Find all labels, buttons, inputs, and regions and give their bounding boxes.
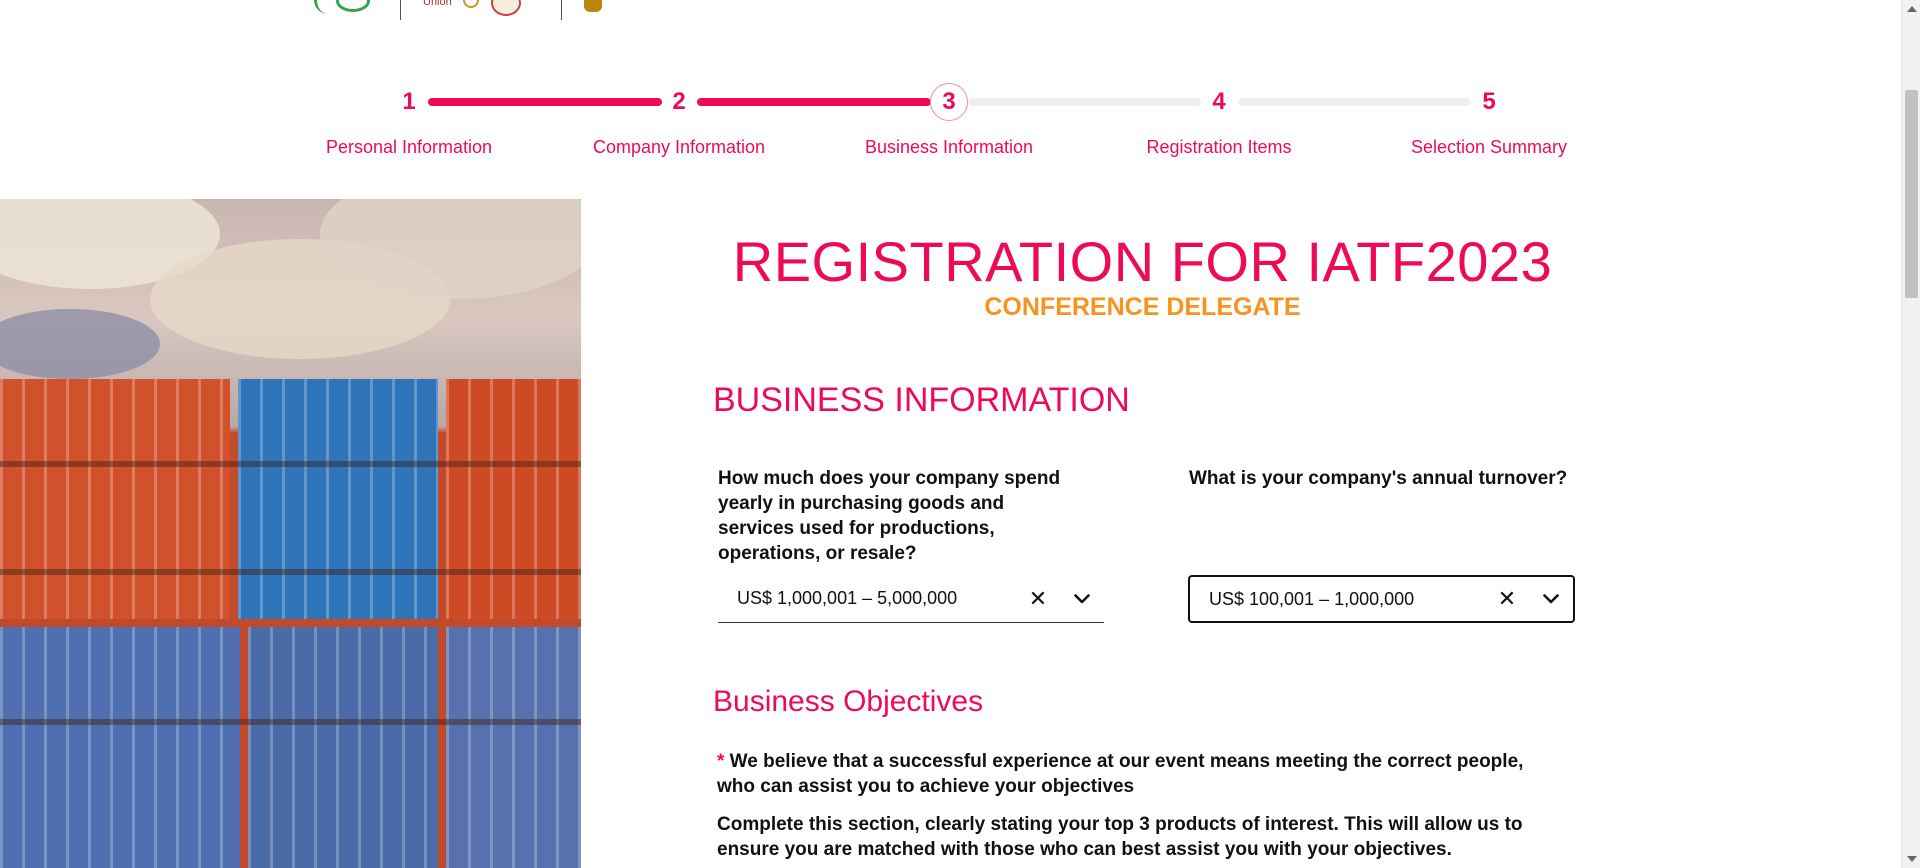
step-5-number[interactable]: 5 [1469, 84, 1509, 120]
union-logo-text: Union [423, 0, 452, 8]
spend-question-label: How much does your company spend yearly … [718, 468, 1061, 564]
partner-logos: Union [310, 0, 612, 24]
step-4-label[interactable]: Registration Items [1109, 137, 1329, 158]
scroll-up-icon[interactable] [1907, 6, 1917, 12]
step-5-label[interactable]: Selection Summary [1379, 137, 1599, 158]
step-2-number[interactable]: 2 [659, 84, 699, 120]
page-title: REGISTRATION FOR IATF2023 [732, 230, 1553, 293]
logo-divider [561, 0, 562, 20]
emblem-icon [491, 0, 521, 16]
coat-of-arms-icon [582, 0, 612, 18]
turnover-select[interactable]: US$ 100,001 – 1,000,000 ✕ [1188, 575, 1575, 623]
objectives-intro: * We believe that a successful experienc… [717, 749, 1527, 799]
container-rail [0, 569, 581, 575]
chevron-down-icon[interactable] [1529, 594, 1573, 604]
chevron-down-icon[interactable] [1060, 593, 1104, 604]
step-1-label[interactable]: Personal Information [299, 137, 519, 158]
container-shape [446, 627, 581, 868]
step-connector-1 [428, 98, 662, 106]
progress-stepper: 1 2 3 4 5 Personal Information Company I… [0, 83, 1920, 164]
objectives-intro-text: We believe that a successful experience … [717, 751, 1524, 797]
union-logo: Union [421, 0, 541, 18]
step-2-label[interactable]: Company Information [569, 137, 789, 158]
step-4-number[interactable]: 4 [1199, 84, 1239, 120]
container-shape [0, 379, 230, 619]
container-shape [446, 379, 581, 619]
step-connector-4 [1238, 98, 1471, 106]
page-subtitle: CONFERENCE DELEGATE [984, 293, 1301, 321]
container-rail [0, 719, 581, 725]
container-shape [248, 627, 438, 868]
cloud-shape [0, 309, 160, 379]
close-icon[interactable]: ✕ [1485, 586, 1529, 612]
spend-select-value: US$ 1,000,001 – 5,000,000 [737, 588, 958, 608]
container-shape [0, 627, 240, 868]
scroll-down-icon[interactable] [1907, 856, 1917, 862]
turnover-select-value: US$ 100,001 – 1,000,000 [1209, 588, 1415, 609]
step-3-number[interactable]: 3 [930, 83, 968, 121]
turnover-question-label: What is your company's annual turnover? [1189, 468, 1568, 489]
section-title: BUSINESS INFORMATION [713, 381, 1130, 419]
step-connector-3 [968, 98, 1201, 106]
logo-divider [400, 0, 401, 20]
business-objectives-title: Business Objectives [713, 685, 984, 718]
step-connector-2 [697, 98, 931, 106]
objectives-instructions: Complete this section, clearly stating y… [717, 814, 1523, 860]
container-rail [0, 461, 581, 467]
spend-select[interactable]: US$ 1,000,001 – 5,000,000 ✕ [718, 575, 1104, 623]
shipping-containers-image [0, 199, 581, 868]
scrollbar-thumb[interactable] [1905, 90, 1918, 298]
vertical-scrollbar[interactable] [1901, 0, 1920, 868]
green-logo-icon [310, 0, 380, 18]
step-3-label[interactable]: Business Information [839, 137, 1059, 158]
close-icon[interactable]: ✕ [1016, 586, 1060, 612]
seal-icon [463, 0, 479, 8]
container-shape [238, 379, 438, 619]
step-1-number[interactable]: 1 [389, 84, 429, 120]
